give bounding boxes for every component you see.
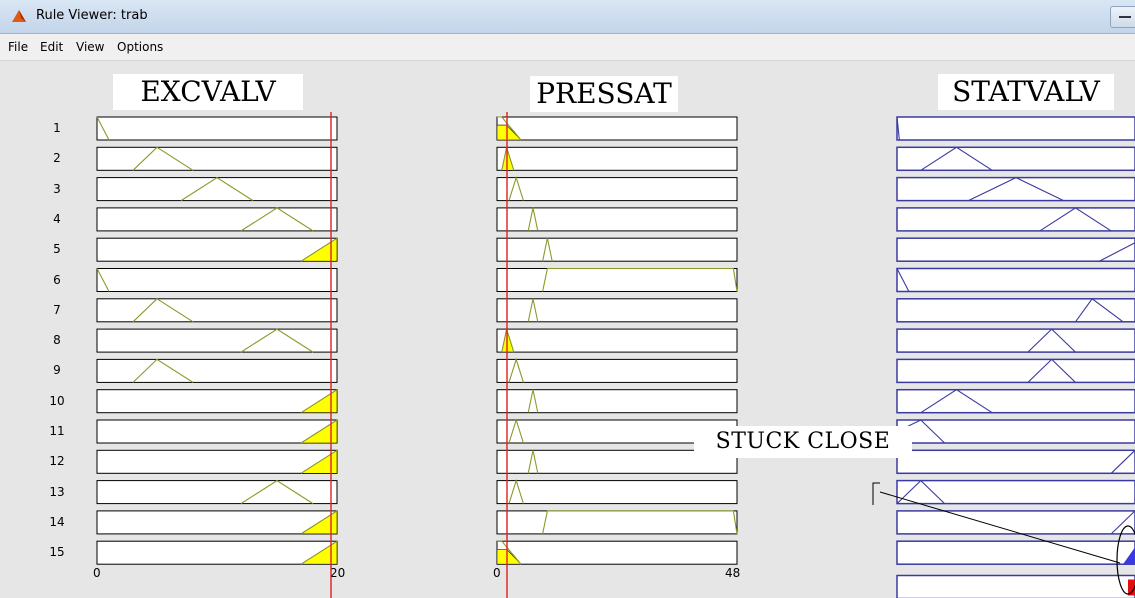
mf-box [496,177,738,202]
mf-box [96,540,338,565]
mf-box [896,388,1135,414]
mf-box [96,328,338,353]
mf-box [496,268,738,292]
mf-box [496,480,738,505]
mf-box [496,146,738,171]
mf-box [96,177,338,202]
mf-box [896,540,1135,565]
mf-box [896,328,1135,353]
mf-box [96,298,338,323]
mf-box [896,298,1135,323]
mf-box [96,116,338,141]
mf-box [896,146,1135,172]
mf-box [896,176,1135,202]
rule-plots [96,112,1135,598]
mf-box [96,146,338,171]
mf-box [96,449,338,474]
stuck-close-annotation: STUCK CLOSE [694,426,912,458]
mf-box [896,449,1135,475]
mf-box [896,358,1135,384]
mf-box [896,237,1135,262]
mf-box [96,237,338,262]
mf-box [96,207,338,232]
mf-box [96,480,338,505]
mf-box [496,237,738,262]
mf-box [896,510,1135,535]
mf-box [896,116,1135,141]
mf-box [96,268,338,292]
mf-box [96,510,338,535]
mf-box [96,358,338,383]
mf-box [96,389,338,414]
mf-box [496,389,738,414]
mf-box [496,328,738,353]
mf-box [496,207,738,232]
mf-box [896,267,1135,293]
mf-box [496,510,738,535]
mf-box [496,298,738,323]
mf-box [896,207,1135,232]
mf-box [496,540,738,565]
mf-box [496,116,738,141]
mf-box [496,358,738,383]
mf-box [96,419,338,444]
aggregate-box [896,574,1135,598]
